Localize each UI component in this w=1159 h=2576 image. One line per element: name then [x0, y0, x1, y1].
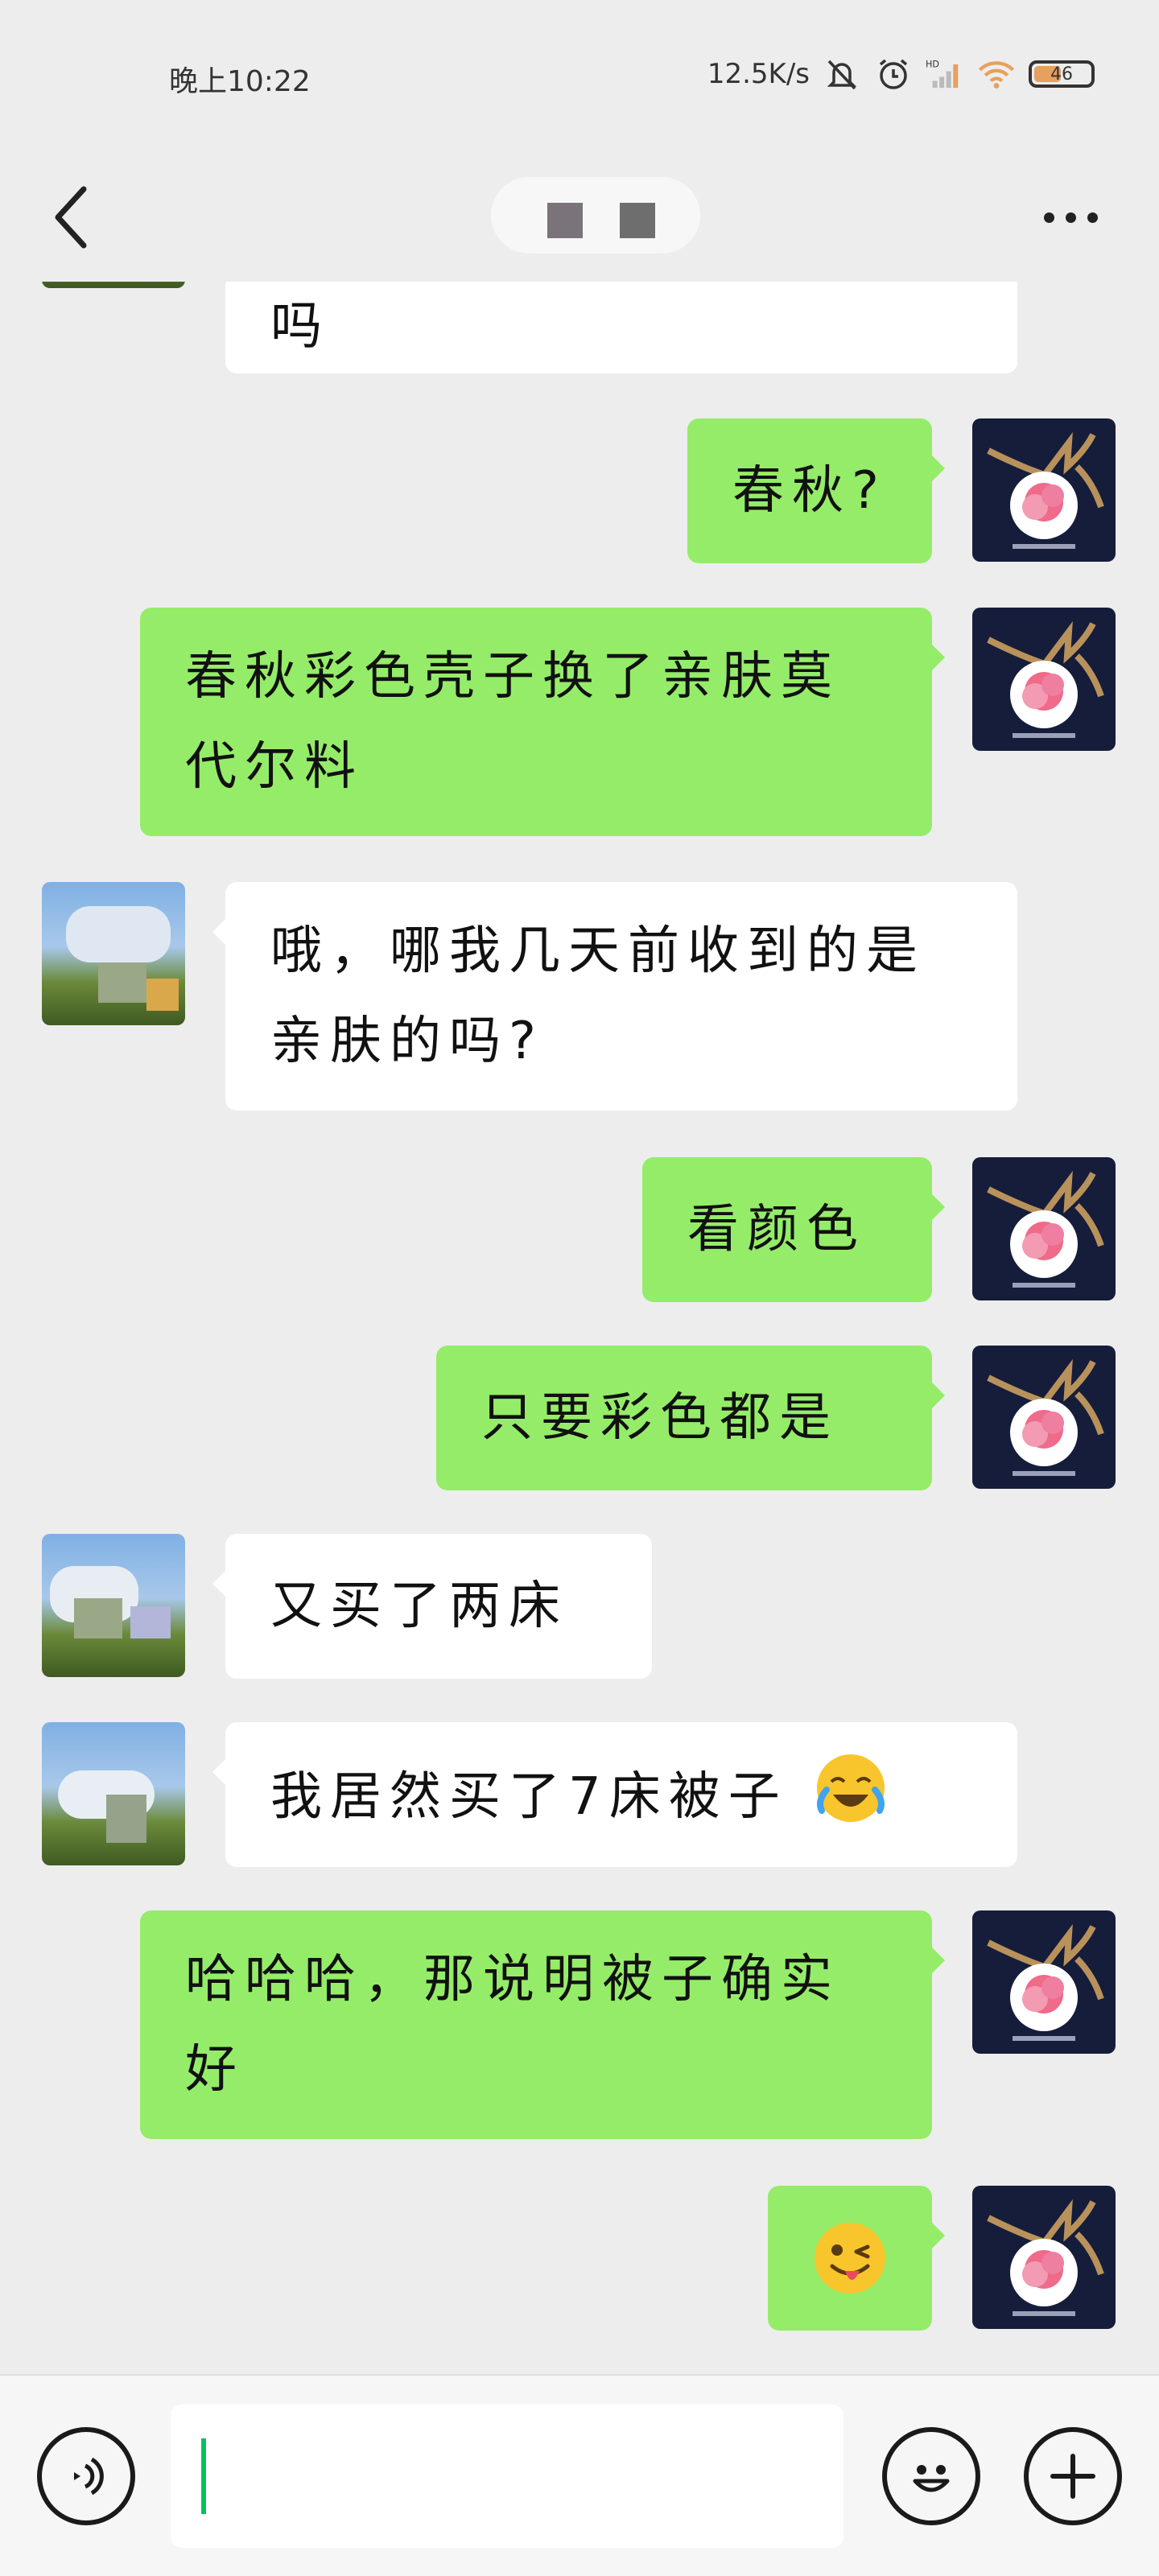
- deer-flower-logo-icon: [987, 1170, 1104, 1288]
- message-bubble-incoming[interactable]: 吗: [225, 282, 1017, 373]
- contact-avatar[interactable]: [42, 1534, 185, 1677]
- my-avatar[interactable]: [972, 1910, 1116, 2054]
- message-text: 春秋?: [732, 461, 887, 521]
- net-speed: 12.5K/s: [707, 58, 810, 90]
- mute-bell-icon: [827, 60, 857, 90]
- chevron-left-icon: [55, 186, 87, 249]
- more-dots-icon: [1043, 212, 1098, 223]
- message-bubble-outgoing[interactable]: 看颜色: [642, 1157, 945, 1302]
- message-bubble-incoming[interactable]: 我居然买了7床被子: [212, 1722, 1017, 1867]
- alarm-icon: [879, 59, 908, 89]
- message-text: 只要彩色都是: [481, 1388, 839, 1448]
- plus-icon: [1050, 2454, 1095, 2499]
- chat-header: [0, 153, 1159, 282]
- message-text: 春秋彩色壳子换了亲肤莫代尔料: [185, 647, 840, 797]
- more-button[interactable]: [1030, 185, 1111, 249]
- message-bubble-outgoing[interactable]: 春秋彩色壳子换了亲肤莫代尔料: [140, 608, 945, 836]
- voice-button[interactable]: [37, 2427, 135, 2525]
- status-bar: 晚上10:22 12.5K/s HD 46: [0, 0, 1159, 153]
- deer-flower-logo-icon: [987, 1358, 1104, 1476]
- my-avatar[interactable]: [972, 2186, 1116, 2329]
- message-text: 哈哈哈，那说明被子确实好: [185, 1950, 840, 2100]
- chat-title-redacted: [491, 177, 700, 253]
- text-caret: [201, 2438, 206, 2514]
- deer-flower-logo-icon: [987, 431, 1104, 549]
- my-avatar[interactable]: [972, 608, 1116, 751]
- svg-text:HD: HD: [926, 59, 939, 69]
- my-avatar[interactable]: [972, 1157, 1116, 1300]
- emoji-button[interactable]: [882, 2427, 980, 2525]
- contact-avatar[interactable]: [42, 282, 185, 288]
- message-bubble-incoming[interactable]: 哦，哪我几天前收到的是亲肤的吗?: [212, 882, 1017, 1111]
- back-button[interactable]: [40, 169, 105, 266]
- input-bar: [0, 2374, 1159, 2576]
- voice-icon: [74, 2457, 104, 2496]
- my-avatar[interactable]: [972, 1346, 1116, 1489]
- message-text: 我居然买了7床被子: [270, 1767, 788, 1827]
- message-text: 看颜色: [687, 1200, 866, 1259]
- battery-level: 46: [1050, 64, 1073, 84]
- smiley-icon: [913, 2465, 950, 2492]
- message-input[interactable]: [171, 2405, 843, 2548]
- message-bubble-outgoing[interactable]: [768, 2186, 945, 2331]
- status-time: 晚上10:22: [169, 65, 311, 98]
- wifi-icon: [978, 61, 1015, 89]
- plus-button[interactable]: [1024, 2427, 1122, 2525]
- contact-avatar[interactable]: [42, 882, 185, 1025]
- message-bubble-outgoing[interactable]: 春秋?: [687, 418, 945, 563]
- hd-signal-icon: HD: [926, 59, 959, 89]
- message-text: 又买了两床: [270, 1577, 568, 1636]
- message-bubble-outgoing[interactable]: 只要彩色都是: [436, 1346, 945, 1490]
- deer-flower-logo-icon: [987, 2199, 1104, 2316]
- message-bubble-incoming[interactable]: 又买了两床: [212, 1534, 652, 1679]
- message-bubble-outgoing[interactable]: 哈哈哈，那说明被子确实好: [140, 1910, 945, 2139]
- my-avatar[interactable]: [972, 418, 1116, 562]
- battery-icon: 46: [1029, 60, 1095, 88]
- deer-flower-logo-icon: [987, 620, 1104, 738]
- message-list[interactable]: 吗 春秋? 春秋彩色壳子换了亲肤莫代尔料 哦，哪我几天前收到的是亲肤的吗? 看颜…: [0, 282, 1159, 2374]
- wink-tongue-emoji: [815, 2223, 885, 2294]
- deer-flower-logo-icon: [987, 1923, 1104, 2041]
- status-icons: 12.5K/s HD 46: [707, 55, 1095, 93]
- message-text: 哦，哪我几天前收到的是亲肤的吗?: [270, 921, 926, 1071]
- laugh-cry-emoji: [817, 1754, 885, 1822]
- message-text: 吗: [270, 297, 330, 357]
- contact-avatar[interactable]: [42, 1722, 185, 1865]
